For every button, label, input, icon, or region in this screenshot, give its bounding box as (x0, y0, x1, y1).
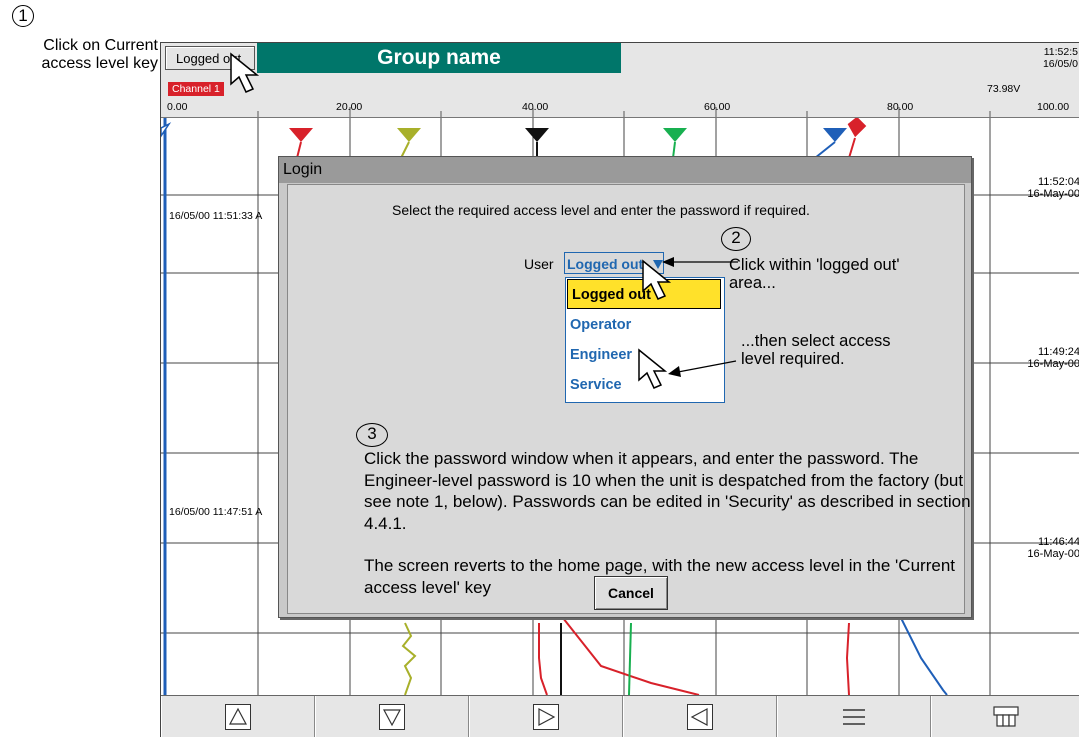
clock: 11:52:5 16/05/0 (1043, 46, 1078, 70)
right-timestamp: 11:46:44 16-May-00 (1027, 536, 1079, 560)
down-icon (378, 704, 405, 730)
layout-button[interactable] (931, 696, 1079, 737)
pen-markers (289, 118, 868, 159)
right-timestamp: 11:52:04 16-May-00 (1027, 176, 1079, 200)
clock-date: 16/05/0 (1042, 58, 1078, 70)
right-timestamp-time: 11:52:04 (1037, 176, 1079, 188)
softkey-bar (161, 695, 1079, 737)
user-label: User (524, 256, 554, 272)
step-3-note: Click the password window when it appear… (364, 448, 974, 598)
step-2-number: 2 (721, 227, 751, 251)
login-body: Select the required access level and ent… (287, 184, 971, 614)
page-right-button[interactable] (469, 696, 623, 737)
step-3-number: 3 (356, 423, 388, 447)
scale-ruler (257, 107, 991, 117)
right-timestamp: 11:49:24 16-May-00 (1027, 346, 1079, 370)
right-timestamp-time: 11:46:44 (1037, 536, 1079, 548)
right-timestamp-date: 16-May-00 (1027, 358, 1079, 370)
scale-bar: Channel 1 73.98V 0.00 20.00 40.00 60.00 … (161, 73, 1079, 118)
login-dialog: Login Select the required access level a… (278, 156, 972, 618)
layout-icon (992, 706, 1019, 727)
page-up-button[interactable] (161, 696, 315, 737)
step-1-number: 1 (12, 5, 34, 27)
up-icon (224, 704, 251, 730)
menu-button[interactable] (777, 696, 931, 737)
page-left-button[interactable] (623, 696, 777, 737)
step-2b-note: ...then select access level required. (741, 332, 891, 368)
left-icon (686, 704, 713, 730)
page-down-button[interactable] (315, 696, 469, 737)
login-prompt: Select the required access level and ent… (392, 202, 810, 218)
left-timestamp: 16/05/00 11:47:51 A (169, 506, 263, 518)
login-title: Login (279, 157, 971, 183)
right-icon (532, 704, 559, 730)
left-timestamp: 16/05/00 11:51:33 A (169, 210, 263, 222)
group-name-title: Group name (257, 43, 621, 73)
user-access-value: Logged out (567, 256, 644, 272)
step-3-paragraph: Click the password window when it appear… (364, 449, 971, 533)
right-timestamp-time: 11:49:24 (1037, 346, 1079, 358)
cursor-pointer-icon (230, 52, 260, 93)
cursor-pointer-icon (642, 259, 672, 300)
step-2-note: Click within 'logged out' area... (729, 256, 900, 292)
clock-time: 11:52:5 (1043, 46, 1078, 58)
step-1-note: Click on Current access level key (41, 37, 159, 72)
right-timestamp-date: 16-May-00 (1027, 188, 1079, 200)
right-timestamp-date: 16-May-00 (1027, 548, 1079, 560)
menu-icon (842, 709, 865, 725)
header-bar: Logged out Group name 11:52:5 16/05/0 (161, 43, 1079, 73)
step-3b-paragraph: The screen reverts to the home page, wit… (364, 556, 955, 597)
cursor-pointer-icon (638, 348, 668, 389)
